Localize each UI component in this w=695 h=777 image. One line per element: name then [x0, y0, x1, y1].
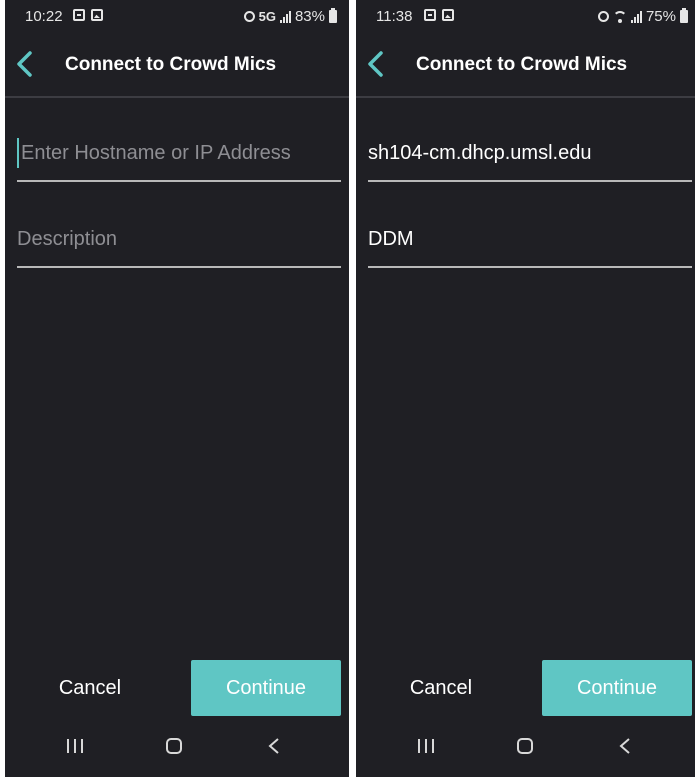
message-icon — [73, 9, 85, 21]
hostname-field[interactable] — [17, 128, 341, 182]
description-input[interactable] — [368, 222, 692, 256]
alarm-icon — [597, 11, 609, 22]
status-right: 5G 83% — [243, 8, 337, 25]
cancel-button[interactable]: Cancel — [25, 660, 155, 716]
status-bar: 11:38 75% — [356, 0, 695, 34]
description-field[interactable] — [17, 214, 341, 268]
system-nav-bar — [356, 722, 695, 770]
description-input[interactable] — [17, 222, 341, 256]
system-nav-bar — [5, 722, 349, 770]
system-back-icon[interactable] — [618, 737, 632, 755]
continue-button[interactable]: Continue — [542, 660, 692, 716]
status-time: 10:22 — [25, 8, 63, 25]
page-title: Connect to Crowd Mics — [416, 54, 628, 75]
description-field[interactable] — [368, 214, 692, 268]
wifi-icon — [612, 10, 627, 23]
phone-screen-empty: 10:22 5G 83% Connect to Crowd Mics Cance… — [5, 0, 349, 777]
hostname-field[interactable] — [368, 128, 692, 182]
status-right: 75% — [597, 8, 688, 25]
network-type: 5G — [258, 9, 276, 24]
back-arrow-icon[interactable] — [364, 50, 388, 78]
app-bar: Connect to Crowd Mics — [5, 34, 349, 98]
phone-screen-filled: 11:38 75% Connect to Crowd Mics Cancel C… — [356, 0, 695, 777]
image-icon — [91, 9, 103, 21]
back-arrow-icon[interactable] — [13, 50, 37, 78]
battery-percent: 75% — [645, 8, 676, 25]
home-icon[interactable] — [517, 738, 533, 754]
cancel-button[interactable]: Cancel — [376, 660, 506, 716]
message-icon — [424, 9, 436, 21]
status-time: 11:38 — [376, 8, 413, 25]
recent-apps-icon[interactable] — [67, 739, 83, 753]
home-icon[interactable] — [166, 738, 182, 754]
continue-button[interactable]: Continue — [191, 660, 341, 716]
notification-icons — [73, 9, 103, 21]
hostname-input[interactable] — [368, 136, 692, 170]
status-bar: 10:22 5G 83% — [5, 0, 349, 34]
signal-icon — [630, 10, 642, 23]
battery-icon — [329, 8, 337, 23]
alarm-icon — [243, 11, 255, 22]
battery-percent: 83% — [294, 8, 325, 25]
image-icon — [442, 9, 454, 21]
app-bar: Connect to Crowd Mics — [356, 34, 695, 98]
signal-icon — [279, 10, 291, 23]
battery-icon — [680, 8, 688, 23]
notification-icons — [424, 9, 454, 21]
system-back-icon[interactable] — [267, 737, 281, 755]
hostname-input[interactable] — [17, 136, 341, 170]
recent-apps-icon[interactable] — [418, 739, 434, 753]
page-title: Connect to Crowd Mics — [65, 54, 277, 75]
